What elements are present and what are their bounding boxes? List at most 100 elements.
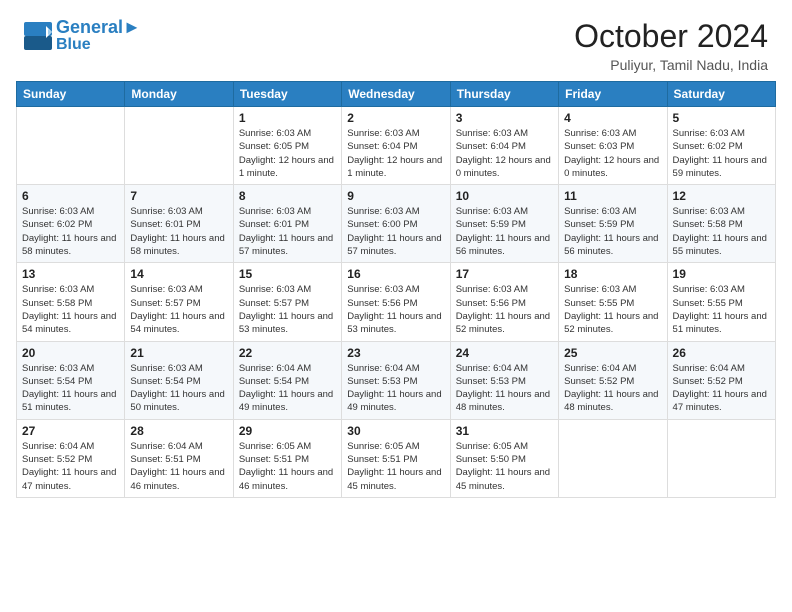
- day-info: Sunrise: 6:03 AM Sunset: 6:01 PM Dayligh…: [239, 205, 336, 258]
- calendar-cell: 10 Sunrise: 6:03 AM Sunset: 5:59 PM Dayli…: [450, 185, 558, 263]
- calendar-week-4: 20Sunrise: 6:03 AM Sunset: 5:54 PM Dayli…: [17, 341, 776, 419]
- calendar-cell: [17, 107, 125, 185]
- calendar-week-2: 6 Sunrise: 6:03 AM Sunset: 6:02 PM Daylig…: [17, 185, 776, 263]
- day-info: Sunrise: 6:03 AM Sunset: 6:02 PM Dayligh…: [22, 205, 119, 258]
- day-info: Sunrise: 6:03 AM Sunset: 6:00 PM Dayligh…: [347, 205, 444, 258]
- calendar-cell: [667, 419, 775, 497]
- calendar-cell: 22 Sunrise: 6:04 AM Sunset: 5:54 PM Dayli…: [233, 341, 341, 419]
- page: General► Blue October 2024 Puliyur, Tami…: [0, 0, 792, 612]
- day-number: 11: [564, 189, 661, 203]
- day-number: 23: [347, 346, 444, 360]
- logo-blue-icon: ►: [123, 17, 141, 37]
- day-info: Sunrise: 6:03 AM Sunset: 5:58 PM Dayligh…: [673, 205, 770, 258]
- weekday-header-row: SundayMondayTuesdayWednesdayThursdayFrid…: [17, 82, 776, 107]
- day-number: 19: [673, 267, 770, 281]
- calendar-cell: 28Sunrise: 6:04 AM Sunset: 5:51 PM Dayli…: [125, 419, 233, 497]
- calendar-cell: 13 Sunrise: 6:03 AM Sunset: 5:58 PM Dayli…: [17, 263, 125, 341]
- day-info: Sunrise: 6:03 AM Sunset: 6:02 PM Dayligh…: [673, 127, 770, 180]
- day-number: 28: [130, 424, 227, 438]
- calendar-cell: 30 Sunrise: 6:05 AM Sunset: 5:51 PM Dayli…: [342, 419, 450, 497]
- day-info: Sunrise: 6:03 AM Sunset: 5:57 PM Dayligh…: [239, 283, 336, 336]
- day-number: 14: [130, 267, 227, 281]
- day-info: Sunrise: 6:05 AM Sunset: 5:51 PM Dayligh…: [239, 440, 336, 493]
- calendar-week-1: 1Sunrise: 6:03 AM Sunset: 6:05 PM Daylig…: [17, 107, 776, 185]
- day-number: 22: [239, 346, 336, 360]
- day-info: Sunrise: 6:03 AM Sunset: 6:04 PM Dayligh…: [347, 127, 444, 180]
- weekday-header-friday: Friday: [559, 82, 667, 107]
- calendar-cell: 2 Sunrise: 6:03 AM Sunset: 6:04 PM Daylig…: [342, 107, 450, 185]
- calendar-cell: 29 Sunrise: 6:05 AM Sunset: 5:51 PM Dayli…: [233, 419, 341, 497]
- calendar-cell: 17Sunrise: 6:03 AM Sunset: 5:56 PM Dayli…: [450, 263, 558, 341]
- day-info: Sunrise: 6:05 AM Sunset: 5:51 PM Dayligh…: [347, 440, 444, 493]
- calendar-cell: 1Sunrise: 6:03 AM Sunset: 6:05 PM Daylig…: [233, 107, 341, 185]
- day-info: Sunrise: 6:03 AM Sunset: 5:54 PM Dayligh…: [22, 362, 119, 415]
- day-info: Sunrise: 6:04 AM Sunset: 5:52 PM Dayligh…: [22, 440, 119, 493]
- calendar-week-3: 13 Sunrise: 6:03 AM Sunset: 5:58 PM Dayli…: [17, 263, 776, 341]
- day-info: Sunrise: 6:03 AM Sunset: 5:57 PM Dayligh…: [130, 283, 227, 336]
- calendar-cell: 11 Sunrise: 6:03 AM Sunset: 5:59 PM Dayli…: [559, 185, 667, 263]
- day-number: 29: [239, 424, 336, 438]
- calendar-cell: 18Sunrise: 6:03 AM Sunset: 5:55 PM Dayli…: [559, 263, 667, 341]
- day-number: 30: [347, 424, 444, 438]
- calendar-cell: 4Sunrise: 6:03 AM Sunset: 6:03 PM Daylig…: [559, 107, 667, 185]
- day-info: Sunrise: 6:03 AM Sunset: 5:59 PM Dayligh…: [456, 205, 553, 258]
- calendar-cell: 7Sunrise: 6:03 AM Sunset: 6:01 PM Daylig…: [125, 185, 233, 263]
- calendar-cell: 25 Sunrise: 6:04 AM Sunset: 5:52 PM Dayli…: [559, 341, 667, 419]
- logo-icon: [24, 22, 52, 50]
- logo-text: General► Blue: [56, 18, 141, 53]
- day-number: 15: [239, 267, 336, 281]
- weekday-header-tuesday: Tuesday: [233, 82, 341, 107]
- calendar-cell: 8Sunrise: 6:03 AM Sunset: 6:01 PM Daylig…: [233, 185, 341, 263]
- day-info: Sunrise: 6:03 AM Sunset: 6:05 PM Dayligh…: [239, 127, 336, 180]
- calendar-cell: [559, 419, 667, 497]
- day-info: Sunrise: 6:03 AM Sunset: 5:56 PM Dayligh…: [347, 283, 444, 336]
- calendar-cell: 24Sunrise: 6:04 AM Sunset: 5:53 PM Dayli…: [450, 341, 558, 419]
- logo: General► Blue: [24, 18, 141, 53]
- day-number: 12: [673, 189, 770, 203]
- day-number: 9: [347, 189, 444, 203]
- day-number: 24: [456, 346, 553, 360]
- day-info: Sunrise: 6:04 AM Sunset: 5:52 PM Dayligh…: [673, 362, 770, 415]
- logo-line2: Blue: [56, 36, 141, 54]
- calendar-cell: 27 Sunrise: 6:04 AM Sunset: 5:52 PM Dayli…: [17, 419, 125, 497]
- day-info: Sunrise: 6:05 AM Sunset: 5:50 PM Dayligh…: [456, 440, 553, 493]
- day-info: Sunrise: 6:03 AM Sunset: 5:59 PM Dayligh…: [564, 205, 661, 258]
- calendar-week-5: 27 Sunrise: 6:04 AM Sunset: 5:52 PM Dayli…: [17, 419, 776, 497]
- title-block: October 2024 Puliyur, Tamil Nadu, India: [574, 18, 768, 73]
- day-number: 18: [564, 267, 661, 281]
- calendar-cell: 14 Sunrise: 6:03 AM Sunset: 5:57 PM Dayli…: [125, 263, 233, 341]
- day-number: 7: [130, 189, 227, 203]
- calendar-cell: [125, 107, 233, 185]
- day-number: 26: [673, 346, 770, 360]
- day-number: 13: [22, 267, 119, 281]
- weekday-header-sunday: Sunday: [17, 82, 125, 107]
- calendar-body: 1Sunrise: 6:03 AM Sunset: 6:05 PM Daylig…: [17, 107, 776, 498]
- header: General► Blue October 2024 Puliyur, Tami…: [0, 0, 792, 81]
- day-number: 2: [347, 111, 444, 125]
- weekday-header-wednesday: Wednesday: [342, 82, 450, 107]
- day-info: Sunrise: 6:03 AM Sunset: 5:58 PM Dayligh…: [22, 283, 119, 336]
- day-number: 5: [673, 111, 770, 125]
- day-info: Sunrise: 6:03 AM Sunset: 5:54 PM Dayligh…: [130, 362, 227, 415]
- calendar-cell: 31Sunrise: 6:05 AM Sunset: 5:50 PM Dayli…: [450, 419, 558, 497]
- weekday-header-thursday: Thursday: [450, 82, 558, 107]
- day-number: 10: [456, 189, 553, 203]
- month-title: October 2024: [574, 18, 768, 55]
- day-info: Sunrise: 6:04 AM Sunset: 5:52 PM Dayligh…: [564, 362, 661, 415]
- day-number: 25: [564, 346, 661, 360]
- calendar-cell: 6 Sunrise: 6:03 AM Sunset: 6:02 PM Daylig…: [17, 185, 125, 263]
- day-number: 27: [22, 424, 119, 438]
- calendar-cell: 12 Sunrise: 6:03 AM Sunset: 5:58 PM Dayli…: [667, 185, 775, 263]
- day-number: 21: [130, 346, 227, 360]
- day-info: Sunrise: 6:03 AM Sunset: 5:56 PM Dayligh…: [456, 283, 553, 336]
- calendar-cell: 26 Sunrise: 6:04 AM Sunset: 5:52 PM Dayli…: [667, 341, 775, 419]
- day-info: Sunrise: 6:03 AM Sunset: 6:04 PM Dayligh…: [456, 127, 553, 180]
- calendar-cell: 16 Sunrise: 6:03 AM Sunset: 5:56 PM Dayli…: [342, 263, 450, 341]
- day-info: Sunrise: 6:04 AM Sunset: 5:54 PM Dayligh…: [239, 362, 336, 415]
- weekday-header-saturday: Saturday: [667, 82, 775, 107]
- calendar-cell: 23Sunrise: 6:04 AM Sunset: 5:53 PM Dayli…: [342, 341, 450, 419]
- day-number: 16: [347, 267, 444, 281]
- day-number: 6: [22, 189, 119, 203]
- calendar-cell: 19Sunrise: 6:03 AM Sunset: 5:55 PM Dayli…: [667, 263, 775, 341]
- day-info: Sunrise: 6:03 AM Sunset: 6:03 PM Dayligh…: [564, 127, 661, 180]
